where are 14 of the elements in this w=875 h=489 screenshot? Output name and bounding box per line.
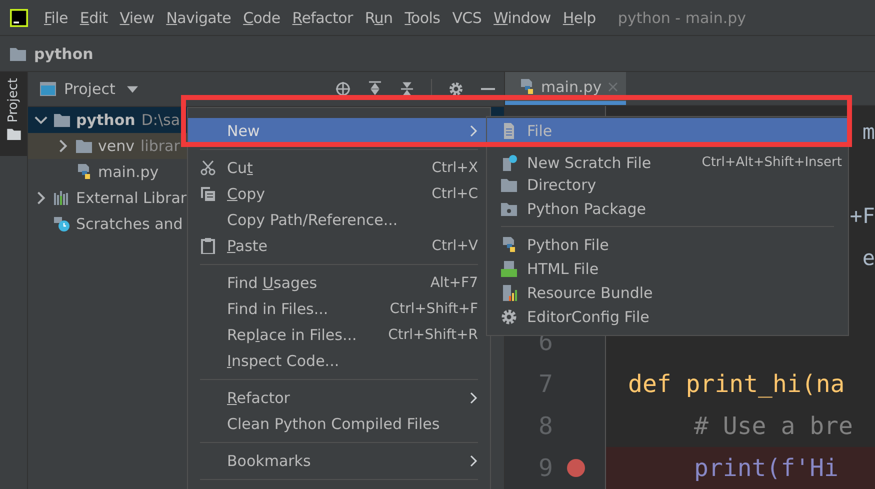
tree-item-label: External Librar: [76, 189, 187, 207]
code-line: def print_hi(na: [628, 370, 845, 398]
tree-item-detail: D:\sa: [141, 111, 180, 129]
tree-item-label: Scratches and: [76, 215, 183, 233]
code-line: m: [862, 120, 875, 144]
window-title: python - main.py: [618, 8, 746, 26]
code-line: # Use a bre: [693, 412, 853, 440]
tree-item-detail: librar: [140, 137, 180, 155]
tree-item-label: python: [76, 111, 136, 129]
code-line: +F: [850, 204, 875, 228]
code-line: e: [862, 246, 875, 270]
tree-item-label: main.py: [98, 163, 159, 181]
tree-item-label: venv: [98, 137, 134, 155]
code-line: print(f'Hi: [693, 454, 838, 482]
